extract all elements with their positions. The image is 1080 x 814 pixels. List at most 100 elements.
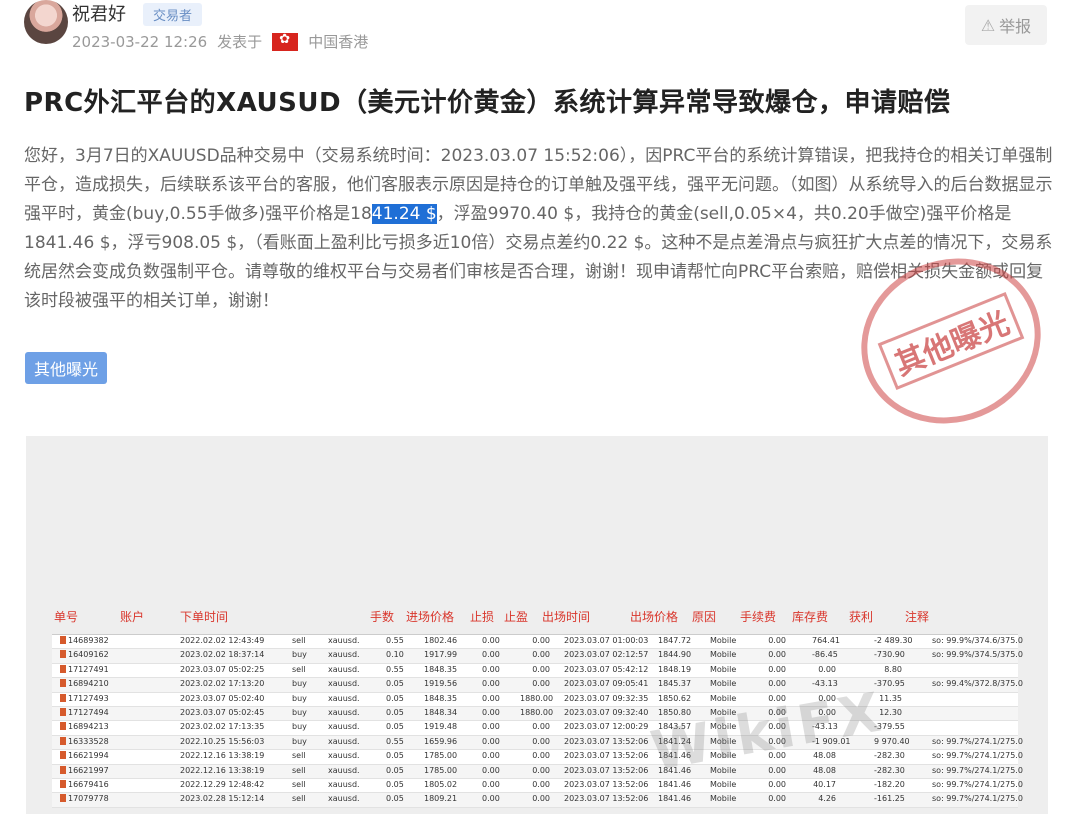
table-cell: Mobile (710, 636, 737, 645)
selected-text: 41.24 $ (371, 204, 437, 224)
table-header-cell: 止损 (470, 610, 495, 624)
orders-table: 单号 账户 下单时间 手数 进场价格 止损 止盈 出场时间 出场价格 原因 手续费 库存费 获利 注释 1… (52, 606, 1023, 808)
table-header-cell: 库存费 (792, 610, 829, 624)
table-cell: 2023.03.07 13:52:06 (564, 794, 649, 804)
table-cell: xauusd. (328, 650, 360, 660)
table-cell: Mobile (710, 679, 737, 689)
avatar[interactable] (24, 0, 68, 44)
table-header-cell: 下单时间 (180, 610, 229, 624)
stamp-text: 其他曝光 (877, 291, 1025, 391)
table-cell: 0.00 (818, 664, 836, 674)
table-cell: 0.00 (482, 707, 500, 717)
table-cell: buy (292, 679, 307, 689)
table-row[interactable]: 16621994 2022.12.16 13:38:19 sell xauusd. 0.… (52, 750, 1023, 765)
table-cell: xauusd. (328, 664, 360, 674)
table-cell: so: 99.9%/374.6/375.0 (932, 636, 1023, 645)
table-cell: Mobile (710, 794, 737, 804)
table-cell: 0.00 (532, 722, 550, 732)
table-cell: 0.00 (532, 779, 550, 789)
post-title: PRC外汇平台的XAUSUD（美元计价黄金）系统计算异常导致爆仓，申请赔偿 (24, 88, 951, 118)
table-cell: 0.05 (386, 779, 404, 789)
table-cell: 0.55 (386, 636, 404, 645)
order-icon (60, 779, 66, 788)
table-cell: 2023.03.07 13:52:06 (564, 765, 649, 775)
table-cell: 1919.56 (424, 679, 458, 689)
table-cell: 0.00 (482, 664, 500, 674)
table-cell: sell (292, 636, 306, 645)
table-cell: 0.00 (532, 664, 550, 674)
order-icon (60, 636, 66, 644)
table-cell: 2023.03.07 09:32:40 (564, 707, 649, 717)
table-cell: buy (292, 707, 307, 717)
table-header-cell: 原因 (692, 610, 717, 624)
table-cell: buy (292, 722, 307, 732)
table-cell: 0.00 (482, 794, 500, 804)
table-cell: so: 99.7%/274.1/275.0 (932, 736, 1023, 746)
table-cell: xauusd. (328, 722, 360, 732)
table-cell: so: 99.7%/274.1/275.0 (932, 751, 1023, 761)
table-cell: 0.00 (482, 722, 500, 732)
table-cell: 1785.00 (424, 751, 458, 761)
table-cell: 2023.03.07 13:52:06 (564, 751, 649, 761)
table-cell: 2023.03.07 02:12:57 (564, 650, 649, 660)
table-cell: -43.13 (812, 679, 838, 689)
table-cell: -86.45 (812, 650, 838, 660)
table-cell: 0.00 (532, 650, 550, 660)
table-cell: 8.80 (884, 664, 902, 674)
table-cell: 0.05 (386, 679, 404, 689)
table-cell: 2023.03.07 05:42:12 (564, 664, 649, 674)
table-cell: 2022.12.29 12:48:42 (180, 779, 265, 789)
table-row[interactable]: 17079778 2023.02.28 15:12:14 sell xauusd. 0.… (52, 793, 1023, 808)
table-cell: 2023.03.07 05:02:40 (180, 693, 265, 703)
table-row[interactable]: 16409162 2023.02.02 18:37:14 buy xauusd. 0.1… (52, 649, 1023, 664)
table-cell: 1659.96 (424, 736, 458, 746)
table-cell: 17127493 (60, 693, 109, 703)
report-label: 举报 (999, 17, 1032, 36)
table-cell: 0.00 (532, 765, 550, 775)
table-cell: buy (292, 650, 307, 660)
table-cell: 0.00 (482, 765, 500, 775)
order-icon (60, 794, 66, 803)
table-cell: 0.00 (532, 794, 550, 804)
table-cell: 2023.03.07 05:02:45 (180, 707, 265, 717)
table-cell: -282.30 (874, 751, 905, 761)
table-header-cell: 手数 (370, 610, 395, 624)
table-cell: 0.00 (482, 751, 500, 761)
report-button[interactable]: ⚠ 举报 (965, 5, 1047, 45)
table-header-cell: 账户 (120, 610, 145, 624)
table-cell: 1785.00 (424, 765, 458, 775)
table-cell: 0.00 (482, 779, 500, 789)
table-cell: Mobile (710, 693, 737, 703)
table-row[interactable]: 16621997 2022.12.16 13:38:19 sell xauusd. 0.… (52, 764, 1023, 779)
table-cell: 17127491 (60, 664, 109, 674)
table-row[interactable]: 17127491 2023.03.07 05:02:25 sell xauusd. 0.… (52, 664, 1018, 679)
category-tag[interactable]: 其他曝光 (25, 352, 108, 384)
table-cell: 16894213 (60, 722, 109, 731)
table-cell: 0.00 (532, 679, 550, 689)
table-cell: 2023.02.02 18:37:14 (180, 650, 265, 660)
table-cell: 1917.99 (424, 650, 458, 660)
table-cell: 1848.19 (658, 664, 692, 674)
region-label: 中国香港 (308, 33, 369, 51)
table-row[interactable]: 16679416 2022.12.29 12:48:42 sell xauusd. 0.… (52, 779, 1023, 794)
table-cell: 1850.62 (658, 693, 692, 703)
order-icon (60, 679, 66, 688)
author-name[interactable]: 祝君好 (72, 0, 126, 26)
table-cell: 0.00 (482, 679, 500, 689)
table-cell: 0.55 (386, 736, 404, 746)
table-cell: 2023.03.07 13:52:06 (564, 779, 649, 789)
table-cell: 0.00 (768, 765, 786, 775)
table-cell: 0.10 (386, 650, 404, 660)
order-icon (60, 707, 66, 716)
table-cell: 2023.03.07 09:05:41 (564, 679, 649, 689)
table-cell: sell (292, 751, 306, 761)
table-cell: 2023.03.07 12:00:29 (564, 722, 649, 732)
order-icon (60, 736, 66, 745)
table-cell: sell (292, 779, 306, 789)
table-cell: Mobile (710, 779, 737, 789)
table-cell: 2022.12.16 13:38:19 (180, 765, 265, 775)
table-cell: 48.08 (813, 765, 836, 775)
table-cell: 16621997 (60, 765, 109, 775)
table-cell: 0.00 (768, 664, 786, 674)
table-row[interactable]: 14689382 2022.02.02 12:43:49 sell xauusd. 0.… (52, 635, 1023, 650)
